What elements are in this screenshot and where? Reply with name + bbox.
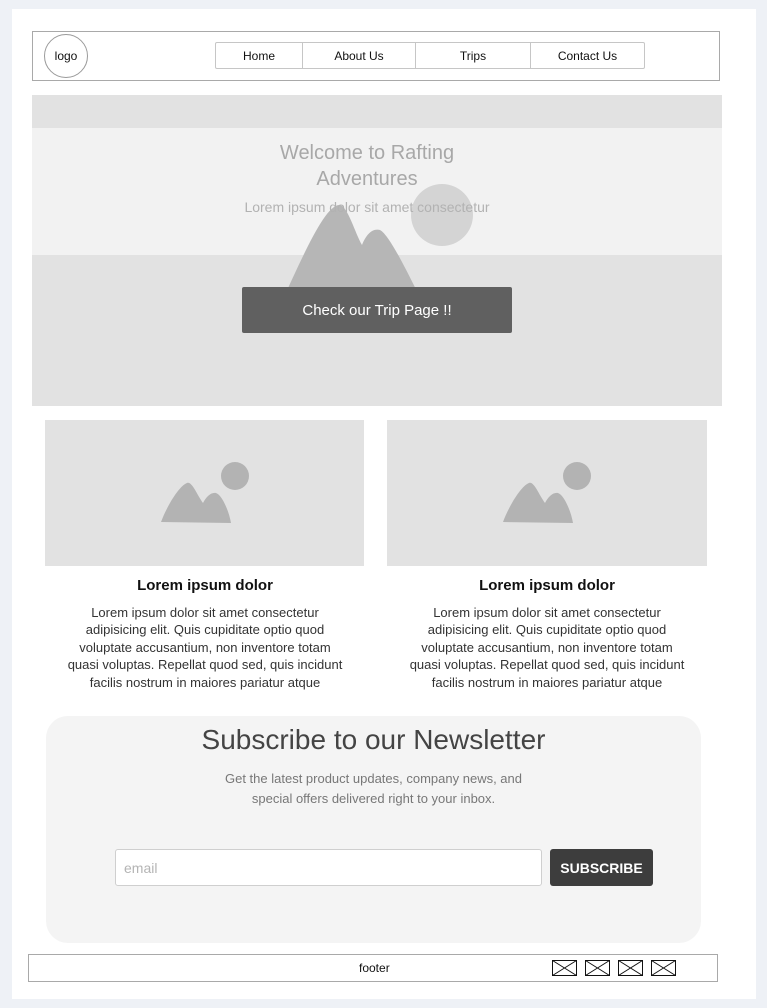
hero-subtitle: Lorem ipsum dolor sit amet consectetur	[244, 199, 490, 215]
nav-about-us[interactable]: About Us	[303, 43, 416, 68]
hero-section: Welcome to Rafting Adventures Lorem ipsu…	[32, 95, 722, 406]
card-text: Lorem ipsum dolor sit amet consectetur a…	[409, 605, 685, 690]
nav-contact-us[interactable]: Contact Us	[531, 43, 644, 68]
social-icon-placeholder[interactable]	[552, 960, 577, 976]
feature-card: Lorem ipsum dolor Lorem ipsum dolor sit …	[387, 420, 707, 691]
nav-trips[interactable]: Trips	[416, 43, 531, 68]
footer-social-icons	[552, 960, 684, 976]
newsletter-subtitle: Get the latest product updates, company …	[224, 771, 522, 806]
footer-label: footer	[359, 961, 390, 975]
trip-page-button[interactable]: Check our Trip Page !!	[242, 287, 512, 333]
newsletter-title: Subscribe to our Newsletter	[201, 724, 546, 755]
logo[interactable]: logo	[44, 34, 88, 78]
feature-card: Lorem ipsum dolor Lorem ipsum dolor sit …	[45, 420, 365, 691]
social-icon-placeholder[interactable]	[651, 960, 676, 976]
email-field[interactable]	[115, 849, 542, 886]
social-icon-placeholder[interactable]	[585, 960, 610, 976]
card-text: Lorem ipsum dolor sit amet consectetur a…	[67, 605, 343, 690]
page-canvas: logo Home About Us Trips Contact Us Welc…	[12, 9, 756, 999]
card-title: Lorem ipsum dolor	[479, 577, 615, 594]
main-nav: Home About Us Trips Contact Us	[215, 42, 645, 69]
newsletter-section: Subscribe to our Newsletter Get the late…	[46, 716, 701, 943]
hero-title: Welcome to Rafting Adventures	[279, 142, 455, 190]
card-image	[387, 420, 707, 566]
site-footer: footer	[28, 954, 718, 982]
card-title: Lorem ipsum dolor	[137, 577, 273, 594]
subscribe-button[interactable]: SUBSCRIBE	[550, 849, 653, 886]
card-image	[45, 420, 364, 566]
image-placeholder-icon	[503, 462, 591, 523]
social-icon-placeholder[interactable]	[618, 960, 643, 976]
image-placeholder-icon	[161, 462, 249, 523]
nav-home[interactable]: Home	[216, 43, 303, 68]
site-header: logo Home About Us Trips Contact Us	[32, 31, 720, 81]
